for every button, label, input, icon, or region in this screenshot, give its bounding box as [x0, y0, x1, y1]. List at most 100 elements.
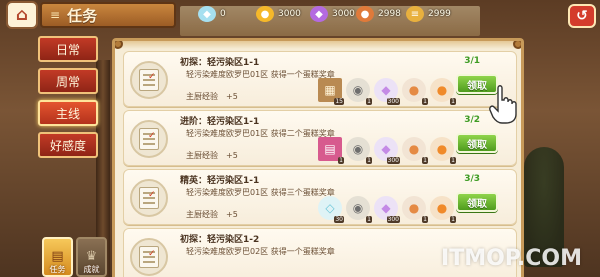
- reward-count: 1: [366, 98, 372, 105]
- exp-value: +5: [226, 151, 238, 160]
- quest-exp: 主厨经验 +5: [186, 209, 238, 220]
- back-icon[interactable]: ↺: [568, 4, 596, 28]
- exp-label: 主厨经验: [186, 151, 218, 160]
- quest-checklist-icon: ✓: [130, 120, 168, 158]
- reward-count: 1: [422, 157, 428, 164]
- reward-count: 1: [366, 216, 372, 223]
- side-tabs: 日常 周常 主线 好感度: [38, 32, 102, 161]
- top-bar: ⌂ ≡ 任务 ◆ 0 ● 3000 ◆ 3000 ● 2998 ≡ 2999 ↺: [0, 0, 600, 30]
- quest-exp: 主厨经验 +5: [186, 150, 238, 161]
- quest-description: 轻污染难度欧罗巴02区 获得一个蛋糕奖章: [186, 247, 335, 256]
- purple-gem-icon: ◆: [310, 6, 328, 22]
- currency-value: 2999: [428, 9, 451, 19]
- diamond-icon: ◆: [198, 6, 216, 22]
- reward-count: 1: [338, 157, 344, 164]
- quest-exp: 主厨经验 +5: [186, 91, 238, 102]
- currency-coin-stack: ≡ 2999: [406, 4, 451, 24]
- nav-label: 成就: [83, 265, 100, 274]
- exp-label: 主厨经验: [186, 210, 218, 219]
- panel-trim: [115, 41, 521, 49]
- reward-count: 1: [422, 216, 428, 223]
- quest-description: 轻污染难度欧罗巴01区 获得三个蛋糕奖章: [186, 188, 335, 197]
- bottom-nav: ▤ 任务 ♛ 成就: [42, 237, 110, 277]
- tab-weekly[interactable]: 周常: [38, 68, 98, 94]
- tab-main-story[interactable]: 主线: [38, 100, 98, 126]
- orange-food-icon: ● 1: [430, 196, 456, 223]
- reward-list: ▤ 1 ◉ 1 ◆ 300 ● 1 ● 1: [318, 137, 458, 164]
- reward-count: 300: [386, 157, 400, 164]
- quest-checklist-icon: ✓: [130, 179, 168, 217]
- nav-label: 任务: [49, 265, 66, 274]
- quest-card: ✓ 初探：轻污染区1-1 轻污染难度欧罗巴01区 获得一个蛋糕奖章 主厨经验 +5…: [123, 51, 517, 107]
- reward-count: 1: [450, 157, 456, 164]
- quest-card: ✓ 精英：轻污染区1-1 轻污染难度欧罗巴01区 获得三个蛋糕奖章 主厨经验 +5…: [123, 169, 517, 225]
- reward-count: 1: [422, 98, 428, 105]
- currency-value: 3000: [278, 9, 301, 19]
- quest-list: ✓ 初探：轻污染区1-1 轻污染难度欧罗巴01区 获得一个蛋糕奖章 主厨经验 +5…: [123, 51, 517, 277]
- tab-label: 主线: [55, 106, 80, 121]
- quest-checklist-icon: ✓: [130, 61, 168, 99]
- nav-tasks[interactable]: ▤ 任务: [42, 237, 73, 277]
- quest-description: 轻污染难度欧罗巴01区 获得二个蛋糕奖章: [186, 129, 335, 138]
- currency-diamond: ◆ 0: [198, 4, 226, 24]
- gold-coin-icon: ●: [256, 6, 274, 22]
- purple-gem-icon: ◆ 300: [374, 196, 400, 223]
- quest-progress: 3/3: [464, 174, 480, 184]
- pan-icon: ◉ 1: [346, 196, 372, 223]
- reward-count: 1: [366, 157, 372, 164]
- tab-daily[interactable]: 日常: [38, 36, 98, 62]
- title-plate: ≡ 任务: [40, 2, 176, 28]
- currency-value: 2998: [378, 9, 401, 19]
- trophy-icon: ♛: [85, 249, 98, 264]
- quest-title: 初探：轻污染区1-2: [180, 235, 260, 245]
- reward-count: 30: [334, 216, 344, 223]
- currency-gold: ● 3000: [256, 4, 301, 24]
- quest-description: 轻污染难度欧罗巴01区 获得一个蛋糕奖章: [186, 70, 335, 79]
- reward-count: 300: [386, 216, 400, 223]
- orange-food-icon: ● 1: [430, 78, 456, 105]
- exp-label: 主厨经验: [186, 92, 218, 101]
- diamond-icon: ◇ 30: [318, 196, 344, 223]
- quest-card: ✓ 进阶：轻污染区1-1 轻污染难度欧罗巴01区 获得二个蛋糕奖章 主厨经验 +5…: [123, 110, 517, 166]
- purple-gem-icon: ◆ 300: [374, 137, 400, 164]
- tab-label: 好感度: [49, 138, 86, 153]
- quest-progress: 3/1: [464, 56, 480, 66]
- tab-label: 周常: [55, 74, 80, 89]
- corner-ornament: [513, 41, 521, 49]
- quest-title: 初探：轻污染区1-1: [180, 58, 260, 68]
- quest-checklist-icon: ✓: [130, 238, 168, 276]
- claim-button[interactable]: 领取: [456, 192, 498, 212]
- task-list-icon: ▤: [51, 249, 64, 264]
- food-icon: ●: [356, 6, 374, 22]
- reward-list: ◇ 30 ◉ 1 ◆ 300 ● 1 ● 1: [318, 196, 458, 223]
- orange-food-icon: ● 1: [430, 137, 456, 164]
- pan-icon: ◉ 1: [346, 78, 372, 105]
- coin-stack-icon: ≡: [406, 6, 424, 22]
- food-icon: ● 1: [402, 137, 428, 164]
- card-icon: ▤ 1: [318, 137, 344, 164]
- quest-panel: ✓ 初探：轻污染区1-1 轻污染难度欧罗巴01区 获得一个蛋糕奖章 主厨经验 +5…: [112, 38, 524, 277]
- quest-title: 进阶：轻污染区1-1: [180, 117, 260, 127]
- corner-ornament: [115, 41, 123, 49]
- page-title: 任务: [67, 6, 98, 25]
- food-icon: ● 1: [402, 78, 428, 105]
- currency-value: 0: [220, 9, 226, 19]
- menu-bars-icon: ≡: [50, 8, 60, 22]
- tab-affection[interactable]: 好感度: [38, 132, 98, 158]
- pointer-hand-icon: [489, 85, 517, 124]
- exp-value: +5: [226, 210, 238, 219]
- exp-value: +5: [226, 92, 238, 101]
- claim-button[interactable]: 领取: [456, 133, 498, 153]
- crate-icon: ▦ 15: [318, 78, 344, 105]
- quest-title: 精英：轻污染区1-1: [180, 176, 260, 186]
- food-icon: ● 1: [402, 196, 428, 223]
- quest-progress: 3/2: [464, 115, 480, 125]
- purple-gem-icon: ◆ 300: [374, 78, 400, 105]
- reward-count: 1: [450, 98, 456, 105]
- currency-purple-gem: ◆ 3000: [310, 4, 355, 24]
- home-icon[interactable]: ⌂: [6, 1, 38, 29]
- reward-count: 15: [334, 98, 344, 105]
- nav-achievements[interactable]: ♛ 成就: [76, 237, 107, 277]
- reward-list: ▦ 15 ◉ 1 ◆ 300 ● 1 ● 1: [318, 78, 458, 105]
- watermark: ITMOP.COM: [441, 246, 582, 271]
